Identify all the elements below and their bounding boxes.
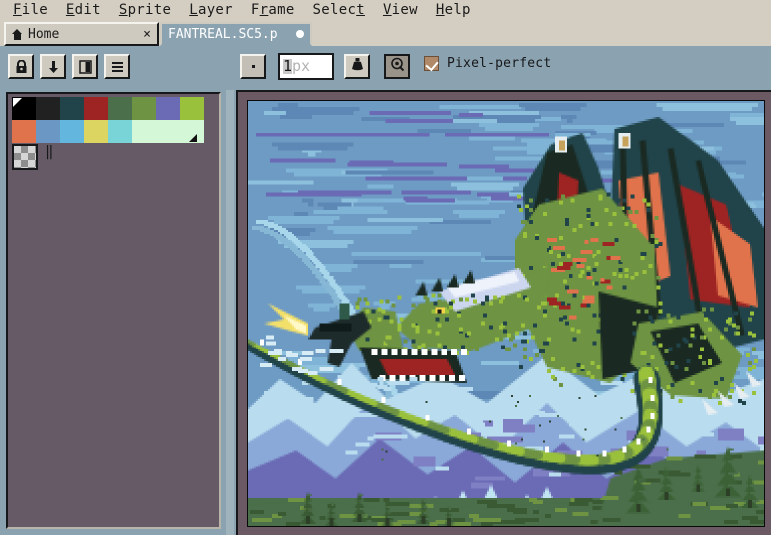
ink-type-button[interactable] [344,54,370,79]
download-button[interactable] [40,54,66,79]
palette-swatch[interactable] [132,97,156,120]
palette-swatch[interactable] [60,97,84,120]
brush-dot-icon [251,65,255,68]
palette-swatch[interactable] [84,120,108,143]
target-cursor-icon [390,57,405,76]
brush-size-value: 1 [283,57,293,75]
ink-bottle-icon [350,57,365,76]
menu-help[interactable]: Help [427,1,480,20]
editor-area [236,90,771,535]
layer-visibility-button[interactable] [72,54,98,79]
palette-swatch[interactable] [84,97,108,120]
tab-document-label: FANTREAL.SC5.p [168,26,278,42]
palette-swatch[interactable] [36,120,60,143]
toolbar: 1 px Pixel-perfect [0,46,771,88]
brush-size-input[interactable]: 1 px [278,53,334,80]
menu-view[interactable]: View [374,1,427,20]
menu-edit[interactable]: Edit [57,1,110,20]
tab-home[interactable]: Home × [4,22,159,46]
palette-swatch[interactable] [108,120,132,143]
brush-shape-button[interactable] [240,54,266,79]
palette-swatch[interactable] [12,97,36,120]
palette-swatch[interactable] [156,120,180,143]
tab-home-label: Home [28,26,60,42]
pixel-perfect-label: Pixel-perfect [447,56,552,71]
menu-sprite[interactable]: Sprite [110,1,180,20]
sprite-artwork [248,101,764,526]
lock-layer-button[interactable] [8,54,34,79]
palette-panel: ‖ [6,92,221,529]
palette-separator-icon: ‖ [45,144,55,160]
menu-frame[interactable]: Frame [242,1,304,20]
pixel-perfect-checkbox[interactable]: Pixel-perfect [424,56,551,71]
home-icon [12,28,23,40]
editor-left-gutter [226,90,234,535]
palette-swatch[interactable] [60,120,84,143]
palette-swatch[interactable] [12,120,36,143]
aseprite-window: File Edit Sprite Layer Frame Select View Help H… [0,0,771,535]
palette-swatch[interactable] [156,97,180,120]
color-palette[interactable] [12,97,204,143]
close-icon[interactable]: × [137,27,151,42]
sprite-canvas[interactable] [247,100,765,527]
palette-swatch[interactable] [108,97,132,120]
menu-layer[interactable]: Layer [180,1,242,20]
palette-swatch[interactable] [180,97,204,120]
tabbar: Home × FANTREAL.SC5.p [0,21,771,46]
menu-select[interactable]: Select [304,1,374,20]
checkmark-icon [424,56,439,71]
palette-swatch[interactable] [132,120,156,143]
palette-swatch[interactable] [180,120,204,143]
transparent-color-swatch[interactable] [12,144,38,170]
brush-size-unit: px [292,57,311,75]
blend-mode-button[interactable] [384,54,410,79]
tab-document[interactable]: FANTREAL.SC5.p [160,22,312,46]
palette-swatch[interactable] [36,97,60,120]
lock-icon [15,59,28,74]
modified-indicator-icon [296,30,304,38]
page-icon [78,59,92,74]
menubar: File Edit Sprite Layer Frame Select View Help [0,0,771,21]
hamburger-icon [111,61,124,73]
menu-button[interactable] [104,54,130,79]
menu-file[interactable]: File [4,1,57,20]
arrow-down-icon [47,60,60,74]
